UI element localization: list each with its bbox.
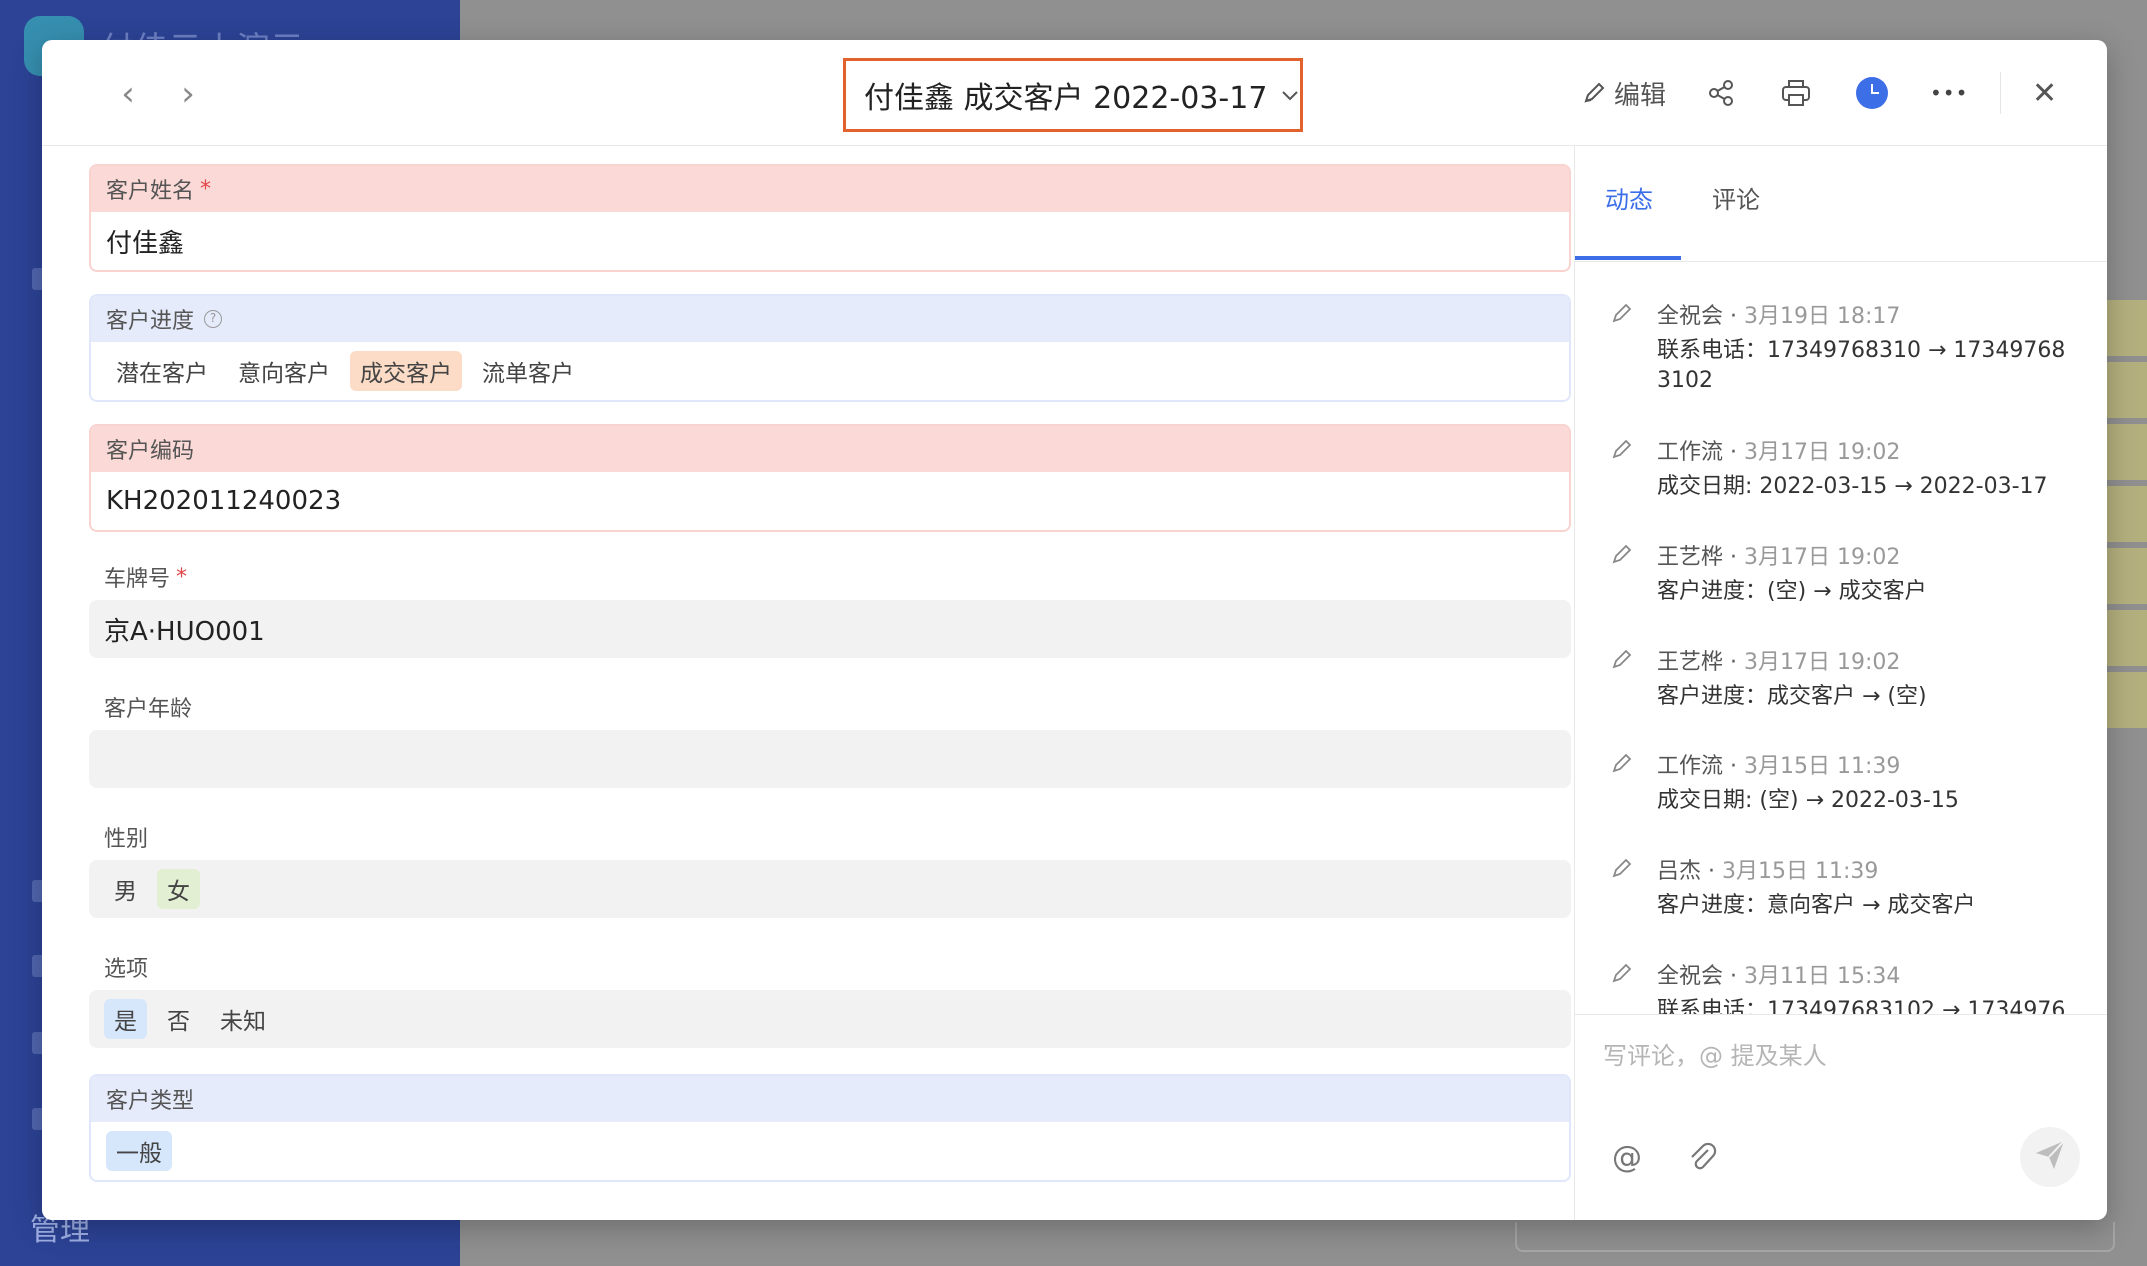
- activity-panel: 动态 评论 全祝会 · 3月19日 18:17 联系电话：17349768310…: [1574, 146, 2107, 1220]
- field-label: 选项: [104, 957, 149, 982]
- activity-user: 王艺桦: [1657, 545, 1724, 570]
- active-tab-indicator: [1575, 256, 1681, 260]
- activity-user: 工作流: [1657, 440, 1724, 465]
- mention-icon[interactable]: @: [1609, 1140, 1645, 1176]
- pencil-icon: [1609, 750, 1635, 776]
- panel-tabs: 动态 评论: [1575, 146, 2107, 262]
- field-customer-progress: 客户进度 ? 潜在客户 意向客户 成交客户 流单客户: [89, 294, 1571, 402]
- option-chip-selected[interactable]: 是: [104, 999, 147, 1039]
- send-button[interactable]: [2020, 1127, 2080, 1187]
- pencil-icon: [1609, 436, 1635, 462]
- record-form: 客户姓名 * 付佳鑫 客户进度 ? 潜在客户 意向客户 成交客户 流单客户 客户…: [42, 146, 1574, 1220]
- field-label: 客户编码: [106, 439, 195, 464]
- customer-code-input[interactable]: KH202011240023: [91, 472, 1569, 530]
- option-chip[interactable]: 意向客户: [228, 351, 340, 391]
- chevron-down-icon: [1281, 83, 1299, 107]
- print-icon: [1780, 78, 1812, 108]
- print-button[interactable]: [1780, 70, 1812, 116]
- field-plate-number: 车牌号 * 京A·HUO001: [89, 554, 1571, 658]
- pencil-icon: [1609, 541, 1635, 567]
- record-detail-modal: ‹ › 付佳鑫 成交客户 2022-03-17 编辑 ••• ✕ 客户姓名 * …: [42, 40, 2107, 1220]
- field-label: 车牌号: [104, 567, 171, 592]
- field-label: 性别: [104, 827, 149, 852]
- pencil-icon: [1609, 646, 1635, 672]
- customer-age-input[interactable]: [89, 730, 1571, 788]
- field-option: 选项 是 否 未知: [89, 944, 1571, 1048]
- option-chip-selected[interactable]: 一般: [106, 1131, 172, 1171]
- share-button[interactable]: [1706, 70, 1736, 116]
- edit-label: 编辑: [1614, 80, 1667, 111]
- field-label: 客户年龄: [104, 697, 193, 722]
- field-gender: 性别 男 女: [89, 814, 1571, 918]
- activity-user: 全祝会: [1657, 964, 1724, 989]
- option-chip[interactable]: 未知: [210, 999, 276, 1039]
- option-chip[interactable]: 流单客户: [472, 351, 584, 391]
- activity-change: 联系电话：173497683102 → 17349768310: [1657, 998, 2066, 1014]
- pencil-icon: [1609, 300, 1635, 326]
- customer-type-value: 一般: [91, 1122, 1569, 1180]
- option-chip-selected[interactable]: 女: [157, 869, 200, 909]
- activity-change: 联系电话：17349768310 → 173497683102: [1657, 338, 2066, 393]
- tab-activity[interactable]: 动态: [1605, 180, 1653, 215]
- field-customer-age: 客户年龄: [89, 684, 1571, 788]
- gender-options: 男 女: [89, 860, 1571, 918]
- background-list-tags: [2103, 300, 2147, 734]
- chevron-right-icon[interactable]: ›: [168, 74, 208, 114]
- modal-header: ‹ › 付佳鑫 成交客户 2022-03-17 编辑 ••• ✕: [42, 40, 2107, 146]
- activity-change: 成交日期: (空) → 2022-03-15: [1657, 788, 1959, 813]
- background-footer: [1515, 1222, 2115, 1252]
- pencil-icon: [1609, 960, 1635, 986]
- activity-user: 王艺桦: [1657, 650, 1724, 675]
- field-label: 客户类型: [106, 1089, 195, 1114]
- required-mark: *: [200, 176, 212, 202]
- pencil-icon: [1609, 855, 1635, 881]
- comment-composer: @: [1575, 1014, 2107, 1220]
- activity-user: 工作流: [1657, 754, 1724, 779]
- record-title: 付佳鑫 成交客户 2022-03-17: [864, 81, 1268, 116]
- option-chip[interactable]: 否: [157, 999, 200, 1039]
- history-button[interactable]: [1856, 70, 1888, 116]
- customer-progress-options: 潜在客户 意向客户 成交客户 流单客户: [91, 342, 1569, 400]
- activity-list[interactable]: 全祝会 · 3月19日 18:17 联系电话：17349768310 → 173…: [1575, 262, 2107, 1014]
- field-label: 客户进度: [106, 309, 195, 334]
- more-icon[interactable]: •••: [1930, 70, 1968, 116]
- edit-button[interactable]: 编辑: [1580, 70, 1666, 116]
- activity-change: 成交日期: 2022-03-15 → 2022-03-17: [1657, 474, 2048, 499]
- activity-time: 3月15日 11:39: [1722, 859, 1879, 884]
- activity-change: 客户进度：意向客户 → 成交客户: [1657, 893, 1976, 918]
- option-options: 是 否 未知: [89, 990, 1571, 1048]
- chevron-left-icon[interactable]: ‹: [108, 74, 148, 114]
- required-mark: *: [176, 564, 188, 590]
- activity-time: 3月11日 15:34: [1744, 964, 1901, 989]
- attachment-icon[interactable]: [1685, 1140, 1721, 1176]
- option-chip[interactable]: 男: [104, 869, 147, 909]
- activity-time: 3月15日 11:39: [1744, 754, 1901, 779]
- activity-time: 3月17日 19:02: [1744, 440, 1901, 465]
- clock-icon: [1856, 77, 1888, 109]
- option-chip[interactable]: 潜在客户: [106, 351, 218, 391]
- activity-time: 3月17日 19:02: [1744, 650, 1901, 675]
- header-divider: [2000, 72, 2001, 114]
- activity-change: 客户进度：(空) → 成交客户: [1657, 579, 1927, 604]
- activity-change: 客户进度：成交客户 → (空): [1657, 684, 1927, 709]
- activity-user: 吕杰: [1657, 859, 1702, 884]
- send-icon: [2032, 1137, 2068, 1177]
- activity-user: 全祝会: [1657, 304, 1724, 329]
- record-title-dropdown[interactable]: 付佳鑫 成交客户 2022-03-17: [843, 58, 1303, 132]
- comment-input[interactable]: [1603, 1031, 2083, 1081]
- pencil-icon: [1580, 79, 1608, 107]
- close-icon[interactable]: ✕: [2032, 70, 2057, 116]
- help-icon[interactable]: ?: [204, 310, 223, 328]
- tab-comments[interactable]: 评论: [1712, 180, 1760, 215]
- plate-number-input[interactable]: 京A·HUO001: [89, 600, 1571, 658]
- share-icon: [1706, 78, 1736, 108]
- customer-name-input[interactable]: 付佳鑫: [91, 212, 1569, 270]
- field-label: 客户姓名: [106, 179, 195, 204]
- option-chip-selected[interactable]: 成交客户: [350, 351, 462, 391]
- activity-time: 3月19日 18:17: [1744, 304, 1901, 329]
- field-customer-code: 客户编码 KH202011240023: [89, 424, 1571, 532]
- activity-time: 3月17日 19:02: [1744, 545, 1901, 570]
- field-customer-name: 客户姓名 * 付佳鑫: [89, 164, 1571, 272]
- field-customer-type: 客户类型 一般: [89, 1074, 1571, 1182]
